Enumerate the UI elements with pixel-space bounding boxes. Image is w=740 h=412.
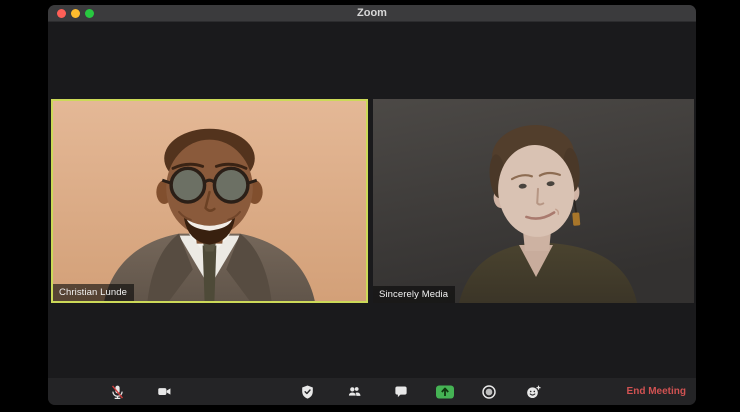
share-screen-button[interactable]: [432, 380, 458, 403]
meeting-toolbar: End Meeting: [48, 378, 696, 405]
desktop-background: Zoom Christian Lunde Sincerely Media End…: [0, 0, 740, 412]
shield-icon: [301, 384, 313, 399]
video-camera-icon: [157, 388, 170, 395]
stop-video-button[interactable]: [151, 380, 177, 403]
microphone-muted-icon: [111, 385, 123, 399]
participants-icon: [347, 387, 360, 397]
zoom-window: Zoom Christian Lunde Sincerely Media End…: [48, 5, 696, 405]
participant-name-label: Sincerely Media: [373, 285, 456, 303]
chat-bubble-icon: [395, 386, 407, 398]
record-button[interactable]: [476, 380, 502, 403]
participant-name-label: Christian Lunde: [53, 283, 135, 301]
chat-button[interactable]: [388, 380, 414, 403]
window-title: Zoom: [357, 7, 387, 19]
reactions-button[interactable]: [520, 380, 546, 403]
participant-video-man: [53, 101, 366, 301]
share-screen-icon: [436, 385, 454, 398]
video-tile-sincerely-media[interactable]: Sincerely Media: [373, 99, 694, 303]
participants-button[interactable]: [341, 380, 367, 403]
titlebar[interactable]: Zoom: [48, 5, 696, 22]
participant-video-woman: [373, 99, 694, 303]
reactions-smiley-icon: [526, 385, 540, 398]
video-gallery: Christian Lunde Sincerely Media: [48, 22, 696, 378]
mute-button[interactable]: [104, 380, 130, 403]
record-icon: [482, 384, 496, 399]
video-tile-christian-lunde[interactable]: Christian Lunde: [51, 99, 368, 303]
end-meeting-button[interactable]: End Meeting: [625, 378, 688, 405]
security-button[interactable]: [294, 380, 320, 403]
